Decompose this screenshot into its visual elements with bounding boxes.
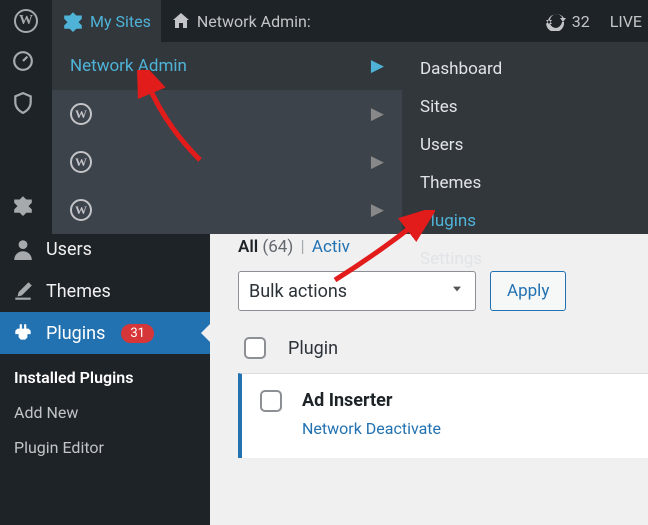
chevron-down-icon [449,281,465,302]
wordpress-icon: W [70,151,92,173]
multisite-icon [12,194,34,221]
network-admin-label: Network Admin: [197,12,311,31]
multisite-icon [62,10,84,32]
shield-icon [12,92,34,119]
brush-icon [12,280,34,302]
col-plugin[interactable]: Plugin [288,338,338,359]
updates-indicator[interactable]: 32 [536,0,600,42]
submenu-installed-plugins[interactable]: Installed Plugins [0,360,210,395]
wordpress-icon: W [70,103,92,125]
wp-logo[interactable]: W [0,0,52,42]
wordpress-icon: W [14,9,38,33]
live-label: LIVE [610,12,642,31]
bulk-select-label: Bulk actions [249,281,347,302]
my-sites-menu[interactable]: My Sites [52,0,161,42]
filter-all[interactable]: All (64) [238,237,298,257]
themes-label: Themes [46,281,111,302]
plugin-checkbox[interactable] [260,390,282,412]
network-admin-context[interactable]: Network Admin: [161,0,321,42]
update-icon [546,11,566,31]
plugin-row: Ad Inserter Network Deactivate [238,373,648,458]
submenu-themes[interactable]: Themes [402,164,648,202]
submenu-users[interactable]: Users [402,126,648,164]
filter-all-count: (64) [262,237,293,257]
flyout-site-3[interactable]: W ▶ [52,186,402,234]
sidebar-item-themes[interactable]: Themes [0,270,210,312]
flyout-network-admin[interactable]: Network Admin ▶ [52,42,402,90]
caret-right-icon: ▶ [371,104,384,124]
caret-right-icon: ▶ [371,152,384,172]
updates-count: 32 [572,12,590,31]
plugin-table-header: Plugin [238,327,648,373]
plugins-label: Plugins [46,323,105,344]
submenu-add-new[interactable]: Add New [0,395,210,430]
users-label: Users [46,239,92,260]
flyout-network-admin-label: Network Admin [70,56,187,76]
plugin-name: Ad Inserter [302,390,441,411]
filter-separator: | [301,237,305,257]
live-indicator[interactable]: LIVE [600,0,648,42]
submenu-sites[interactable]: Sites [402,88,648,126]
users-icon [12,238,34,260]
apply-label: Apply [507,281,549,301]
submenu-plugin-editor[interactable]: Plugin Editor [0,430,210,465]
plugin-action-network-deactivate[interactable]: Network Deactivate [302,419,441,438]
submenu-dashboard[interactable]: Dashboard [402,50,648,88]
dashboard-icon [12,50,34,77]
admin-bar: W My Sites Network Admin: 32 LIVE [0,0,648,42]
home-icon [171,11,191,31]
filter-active[interactable]: Activ [312,237,350,257]
submenu-settings[interactable]: Settings [402,240,648,278]
filter-all-label: All [238,237,258,257]
plugin-icon [12,322,34,344]
caret-right-icon: ▶ [371,200,384,220]
flyout-site-1[interactable]: W ▶ [52,90,402,138]
submenu-plugins[interactable]: Plugins [402,202,648,240]
sidebar-item-users[interactable]: Users [0,228,210,270]
network-admin-submenu: Dashboard Sites Users Themes Plugins Set… [402,42,648,234]
caret-right-icon: ▶ [371,56,384,76]
plugins-badge: 31 [121,324,154,343]
wordpress-icon: W [70,199,92,221]
plugins-submenu: Installed Plugins Add New Plugin Editor [0,354,210,475]
select-all-checkbox[interactable] [244,337,266,359]
my-sites-label: My Sites [90,12,151,31]
flyout-site-2[interactable]: W ▶ [52,138,402,186]
sidebar-item-plugins[interactable]: Plugins 31 [0,312,210,354]
my-sites-flyout: Network Admin ▶ W ▶ W ▶ W ▶ Dashboard Si… [52,42,648,234]
